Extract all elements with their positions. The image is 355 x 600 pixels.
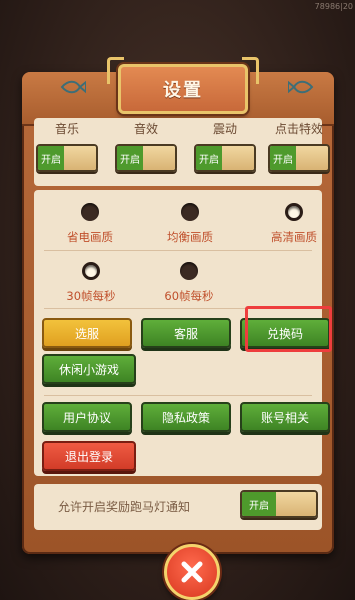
click-effect-label: 点击特效 (274, 122, 323, 136)
notification-toggle[interactable]: 开启 (240, 490, 318, 518)
customer-service-button[interactable]: 客服 (141, 318, 231, 348)
vibration-setting: 震动 开启 (190, 120, 260, 172)
title-plaque: 设置 (107, 57, 259, 114)
divider (44, 395, 312, 396)
close-button[interactable] (164, 544, 220, 600)
radio-button-selected (285, 203, 303, 221)
quality-hd-label: 高清画质 (271, 230, 317, 244)
music-toggle[interactable]: 开启 (36, 144, 98, 172)
radio-button (180, 262, 198, 280)
music-label: 音乐 (54, 122, 79, 136)
corner-id-text: 78986|20 (314, 2, 353, 11)
divider (44, 250, 312, 251)
click-effect-toggle[interactable]: 开启 (268, 144, 330, 172)
select-server-button[interactable]: 选服 (42, 318, 132, 348)
dialog-title: 设置 (163, 80, 203, 101)
vibration-label: 震动 (212, 122, 237, 136)
sound-effect-label: 音效 (133, 122, 158, 136)
quality-balanced-option[interactable]: 均衡画质 (147, 203, 233, 245)
toggle-knob (276, 492, 316, 516)
notification-label: 允许开启奖励跑马灯通知 (58, 500, 191, 514)
music-setting: 音乐 开启 (32, 120, 102, 172)
click-effect-setting: 点击特效 开启 (264, 120, 334, 172)
sound-effect-toggle[interactable]: 开启 (115, 144, 177, 172)
fps-30-label: 30帧每秒 (66, 289, 116, 303)
sound-effect-setting: 音效 开启 (111, 120, 181, 172)
toggle-state: 开启 (196, 146, 222, 170)
vibration-toggle[interactable]: 开启 (194, 144, 256, 172)
quality-power-saving-option[interactable]: 省电画质 (47, 203, 133, 245)
quality-power-saving-label: 省电画质 (67, 230, 113, 244)
radio-button (181, 203, 199, 221)
toggle-knob (143, 146, 175, 170)
fish-icon (60, 79, 87, 97)
toggle-state: 开启 (242, 492, 276, 516)
toggle-knob (296, 146, 328, 170)
user-agreement-button[interactable]: 用户协议 (42, 402, 132, 432)
radio-button-selected (82, 262, 100, 280)
toggle-knob (222, 146, 254, 170)
fps-30-option[interactable]: 30帧每秒 (48, 262, 134, 304)
highlight-box (245, 306, 332, 352)
logout-button[interactable]: 退出登录 (42, 441, 136, 471)
privacy-policy-button[interactable]: 隐私政策 (141, 402, 231, 432)
fps-60-label: 60帧每秒 (164, 289, 214, 303)
toggle-knob (64, 146, 96, 170)
toggle-state: 开启 (38, 146, 64, 170)
mini-games-button[interactable]: 休闲小游戏 (42, 354, 136, 384)
radio-button (81, 203, 99, 221)
close-icon (181, 561, 203, 583)
fps-60-option[interactable]: 60帧每秒 (146, 262, 232, 304)
account-button[interactable]: 账号相关 (240, 402, 330, 432)
quality-balanced-label: 均衡画质 (167, 230, 213, 244)
fish-icon (287, 79, 314, 97)
toggle-state: 开启 (270, 146, 296, 170)
quality-hd-option[interactable]: 高清画质 (251, 203, 337, 245)
toggle-state: 开启 (117, 146, 143, 170)
